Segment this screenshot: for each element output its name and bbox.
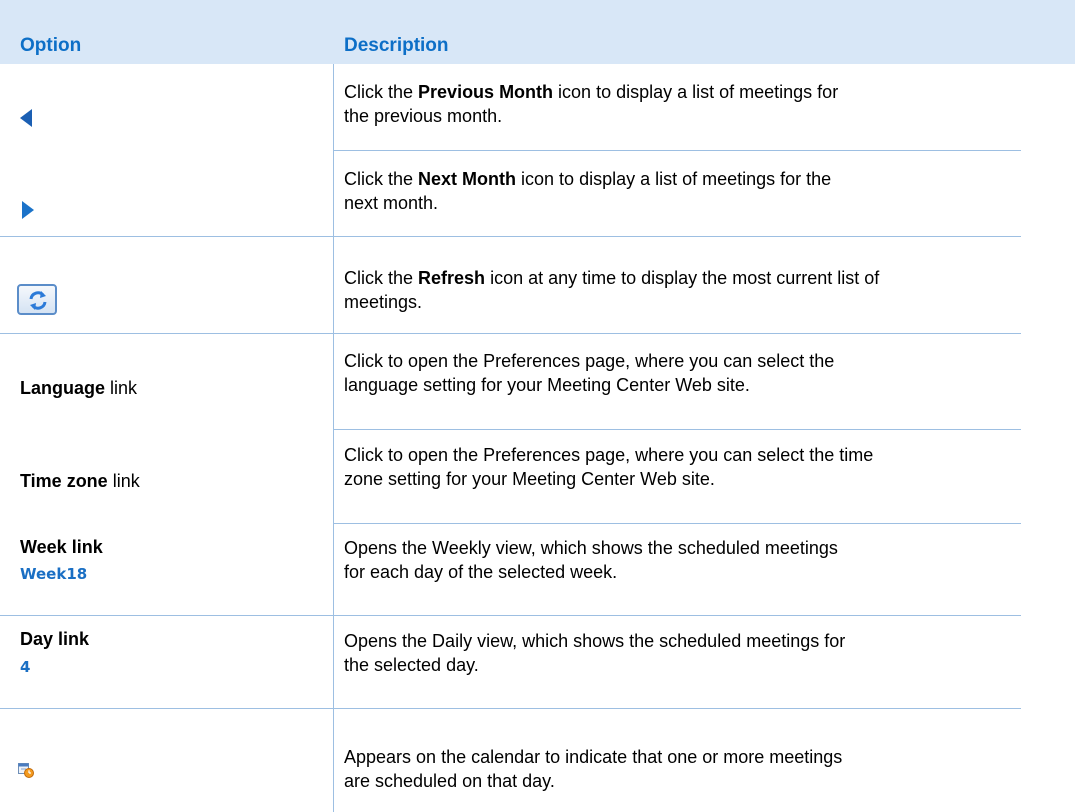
- column-divider: [333, 64, 334, 812]
- row-divider: [0, 333, 1021, 334]
- week-link-example[interactable]: Week18: [20, 565, 87, 583]
- table-row-description: Click to open the Preferences page, wher…: [344, 351, 835, 395]
- table-header: Option Description: [0, 0, 1075, 64]
- previous-month-arrow-icon: [20, 109, 32, 127]
- table-row-description: Appears on the calendar to indicate that…: [344, 747, 843, 791]
- row-divider: [0, 236, 1021, 237]
- row-divider: [333, 523, 1021, 524]
- week-link-option: Week link: [20, 537, 103, 557]
- row-divider: [0, 615, 1021, 616]
- time-zone-link-option: Time zone link: [20, 471, 140, 491]
- table-row-description: Click the Previous Month icon to display…: [344, 82, 839, 126]
- refresh-icon: [17, 284, 57, 315]
- day-link-option: Day link: [20, 629, 90, 649]
- description-column-header: Description: [344, 35, 449, 56]
- table-row-description: Opens the Daily view, which shows the sc…: [344, 631, 846, 675]
- next-month-arrow-icon: [22, 201, 34, 219]
- row-divider: [0, 708, 1021, 709]
- row-divider: [333, 150, 1021, 151]
- table-row-description: Click the Next Month icon to display a l…: [344, 169, 832, 213]
- language-link-option: Language link: [20, 378, 138, 398]
- table-row-description: Click to open the Preferences page, wher…: [344, 445, 874, 489]
- row-divider: [333, 429, 1021, 430]
- day-link-example[interactable]: 4: [20, 658, 30, 676]
- meeting-scheduled-calendar-icon: [18, 762, 34, 783]
- options-table: Option Description Click the Previous Mo…: [0, 0, 1075, 812]
- table-row-description: Opens the Weekly view, which shows the s…: [344, 538, 838, 582]
- table-row-description: Click the Refresh icon at any time to di…: [344, 268, 880, 312]
- option-column-header: Option: [20, 35, 82, 56]
